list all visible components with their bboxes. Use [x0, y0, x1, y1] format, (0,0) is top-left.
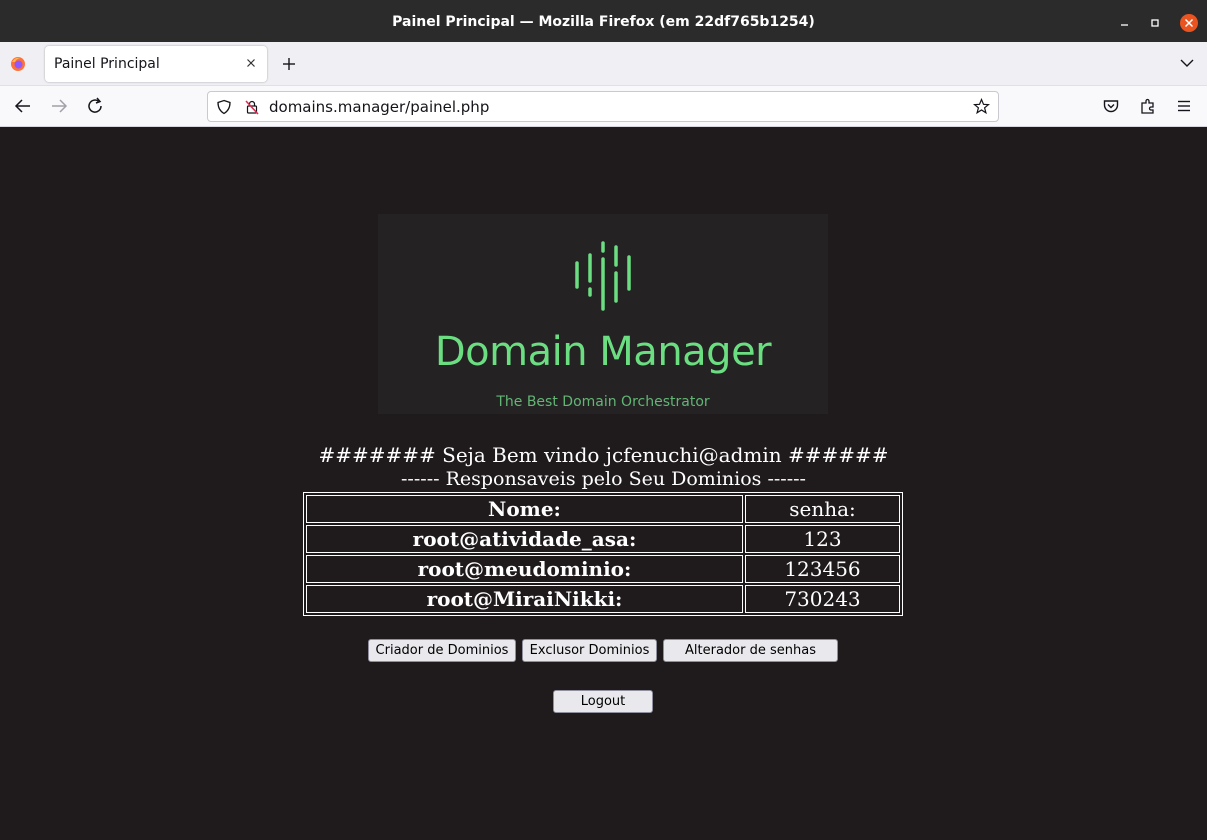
firefox-logo-icon[interactable] [10, 56, 26, 72]
hamburger-menu-icon[interactable] [1174, 96, 1194, 116]
tab-close-icon[interactable] [243, 55, 259, 71]
minimize-icon[interactable] [1116, 14, 1134, 32]
alterador-senhas-button[interactable]: Alterador de senhas [663, 639, 838, 662]
table-cell-senha: 730243 [745, 585, 900, 613]
star-icon[interactable] [972, 97, 991, 115]
logo-title: Domain Manager [434, 329, 772, 375]
maximize-icon[interactable] [1146, 14, 1164, 32]
close-icon[interactable] [1180, 14, 1198, 32]
table-cell-senha: 123456 [745, 555, 900, 583]
url-text[interactable]: domains.manager/painel.php [269, 98, 489, 116]
window-title: Painel Principal — Mozilla Firefox (em 2… [392, 14, 815, 30]
chevron-down-icon[interactable] [1178, 54, 1196, 72]
welcome-heading: ####### Seja Bem vindo jcfenuchi@admin #… [318, 443, 889, 467]
page-content: Domain Manager The Best Domain Orchestra… [0, 127, 1207, 840]
plus-icon[interactable] [279, 54, 299, 74]
puzzle-icon[interactable] [1138, 96, 1158, 116]
pocket-icon[interactable] [1101, 96, 1121, 116]
insecure-lock-icon[interactable] [244, 99, 260, 115]
logo-subtitle: The Best Domain Orchestrator [496, 394, 710, 410]
table-cell-nome: root@atividade_asa: [306, 525, 743, 553]
exclusor-dominios-button[interactable]: Exclusor Dominios [522, 639, 657, 662]
table-cell-senha: 123 [745, 525, 900, 553]
column-header-nome: Nome: [306, 495, 743, 523]
arrow-left-icon[interactable] [13, 96, 33, 116]
column-header-senha: senha: [745, 495, 900, 523]
logo-bars-icon [575, 241, 631, 311]
window-titlebar: Painel Principal — Mozilla Firefox (em 2… [0, 0, 1207, 45]
tab-label: Painel Principal [54, 56, 160, 72]
shield-icon[interactable] [216, 99, 232, 115]
table-cell-nome: root@MiraiNikki: [306, 585, 743, 613]
table-row: root@MiraiNikki: 730243 [306, 585, 900, 613]
table-row: root@atividade_asa: 123 [306, 525, 900, 553]
logout-button[interactable]: Logout [553, 690, 653, 713]
tab-painel-principal[interactable]: Painel Principal [45, 46, 267, 82]
criador-dominios-button[interactable]: Criador de Dominios [368, 639, 516, 662]
table-header-row: Nome: senha: [306, 495, 900, 523]
responsaveis-heading: ------ Responsaveis pelo Seu Dominios --… [401, 468, 806, 490]
domain-manager-logo: Domain Manager The Best Domain Orchestra… [378, 214, 828, 414]
tab-strip: Painel Principal [0, 42, 1207, 86]
nav-toolbar: domains.manager/painel.php [0, 86, 1207, 127]
arrow-right-icon[interactable] [49, 96, 69, 116]
reload-icon[interactable] [85, 96, 105, 116]
address-bar[interactable]: domains.manager/painel.php [207, 91, 999, 122]
table-row: root@meudominio: 123456 [306, 555, 900, 583]
responsaveis-table: Nome: senha: root@atividade_asa: 123 roo… [303, 492, 903, 616]
table-cell-nome: root@meudominio: [306, 555, 743, 583]
